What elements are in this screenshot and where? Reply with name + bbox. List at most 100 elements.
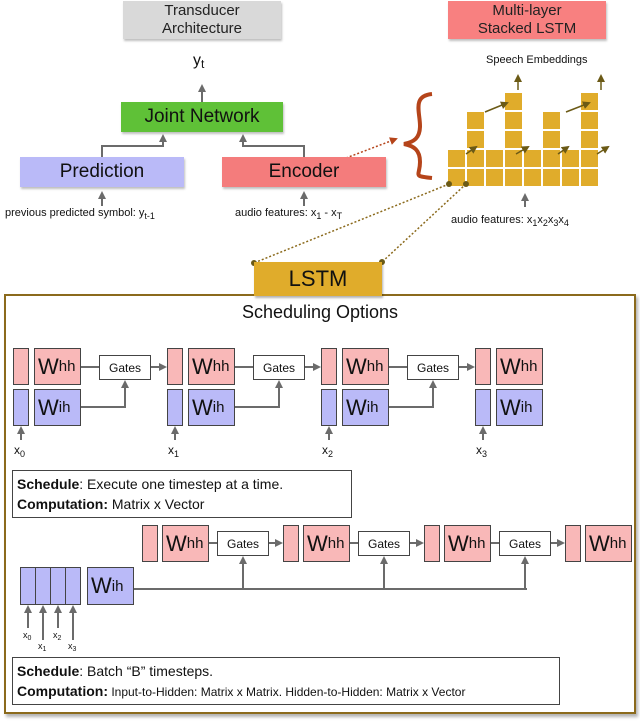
weight-subscript: hh: [366, 358, 384, 375]
gates-box: Gates: [407, 355, 459, 380]
lstm-cell: [543, 131, 560, 148]
lstm-cell: [543, 112, 560, 129]
prediction-to-joint-arrow: [101, 134, 167, 158]
input-label: x0: [14, 443, 26, 459]
weight-symbol: W: [500, 394, 521, 420]
hidden-state-vector: [142, 525, 158, 562]
weight-subscript: hh: [186, 535, 204, 552]
lstm-cell: [486, 169, 503, 186]
batched-input-label: x0: [23, 630, 32, 642]
weight-subscript: hh: [212, 358, 230, 375]
w-ih-matrix: Wih: [342, 389, 389, 426]
lstm-cell: [448, 150, 465, 167]
transducer-header: Transducer Architecture: [123, 1, 281, 39]
gates-box: Gates: [499, 531, 551, 556]
lstm-cell: [505, 112, 522, 129]
w-ih-matrix: Wih: [34, 389, 81, 426]
joint-network-box: Joint Network: [121, 102, 283, 132]
input-label: x1: [168, 443, 180, 459]
input-vector: [13, 389, 29, 426]
skip-arrow: [596, 145, 610, 155]
stack-input-label: audio features: x1x2x3x4: [451, 214, 569, 228]
stacked-lstm-cells: [448, 74, 610, 186]
output-label: yt: [193, 52, 205, 71]
batched-input-vector: [65, 567, 81, 605]
w-hh-matrix: Whh: [342, 348, 389, 385]
encoder-input-label: audio features: x1 - xT: [235, 207, 343, 221]
weight-subscript: hh: [468, 535, 486, 552]
hidden-state-vector: [565, 525, 581, 562]
lstm-cell: [505, 93, 522, 110]
batched-input-vector: [35, 567, 51, 605]
weight-subscript: hh: [609, 535, 627, 552]
weight-symbol: W: [38, 394, 59, 420]
weight-subscript: hh: [520, 358, 538, 375]
lstm-cell: [581, 93, 598, 110]
weight-symbol: W: [307, 530, 328, 556]
batched-input-vector: [20, 567, 36, 605]
lstm-cell: [467, 112, 484, 129]
weight-subscript: hh: [58, 358, 76, 375]
w-hh-matrix: Whh: [303, 525, 350, 562]
gates-box: Gates: [358, 531, 410, 556]
lstm-cell: [581, 131, 598, 148]
w-ih-matrix: Wih: [496, 389, 543, 426]
lstm-cell: [543, 169, 560, 186]
weight-subscript: ih: [58, 399, 71, 416]
w-hh-matrix: Whh: [444, 525, 491, 562]
batched-input-label: x2: [53, 630, 62, 642]
lstm-cell: [505, 169, 522, 186]
option2-description: Schedule: Batch “B” timesteps. Computati…: [12, 657, 560, 705]
hidden-state-vector: [321, 348, 337, 385]
lstm-cell: [562, 150, 579, 167]
weight-symbol: W: [448, 530, 469, 556]
w-hh-matrix: Whh: [188, 348, 235, 385]
weight-symbol: W: [38, 353, 59, 379]
input-vector: [167, 389, 183, 426]
hidden-state-vector: [424, 525, 440, 562]
weight-symbol: W: [166, 530, 187, 556]
encoder-to-lstm-stack-link: [345, 137, 398, 159]
lstm-cell: [467, 169, 484, 186]
hidden-state-vector: [167, 348, 183, 385]
gates-box: Gates: [99, 355, 151, 380]
encoder-to-joint-arrow: [239, 134, 305, 158]
speech-embeddings-label: Speech Embeddings: [486, 54, 588, 66]
brace-icon: [403, 92, 433, 180]
w-hh-matrix: Whh: [162, 525, 209, 562]
w-ih-matrix: Wih: [188, 389, 235, 426]
batched-input-label: x1: [38, 641, 47, 653]
lstm-label: LSTM: [254, 262, 382, 296]
lstm-cell: [486, 150, 503, 167]
w-hh-matrix: Whh: [34, 348, 81, 385]
input-vector: [321, 389, 337, 426]
prediction-input-label: previous predicted symbol: yt-1: [5, 207, 155, 221]
input-label: x3: [476, 443, 488, 459]
lstm-cell: [467, 131, 484, 148]
weight-subscript: ih: [366, 399, 379, 416]
weight-subscript: ih: [520, 399, 533, 416]
weight-subscript: ih: [212, 399, 225, 416]
encoder-box: Encoder: [222, 157, 386, 187]
lstm-cell: [543, 150, 560, 167]
skip-arrow: [484, 101, 509, 113]
lstm-cell: [524, 150, 541, 167]
weight-symbol: W: [346, 353, 367, 379]
hidden-state-vector: [475, 348, 491, 385]
weight-symbol: W: [589, 530, 610, 556]
weight-symbol: W: [91, 573, 112, 598]
hidden-state-vector: [13, 348, 29, 385]
hidden-state-vector: [283, 525, 299, 562]
lstm-cell: [524, 169, 541, 186]
input-vector: [475, 389, 491, 426]
lstm-cell: [581, 150, 598, 167]
weight-subscript: hh: [327, 535, 345, 552]
batched-input-label: x3: [68, 641, 77, 653]
weight-subscript: ih: [111, 577, 124, 595]
prediction-box: Prediction: [20, 157, 184, 187]
scheduling-title: Scheduling Options: [241, 302, 399, 322]
weight-symbol: W: [346, 394, 367, 420]
w-hh-matrix: Whh: [585, 525, 632, 562]
lstm-cell: [467, 150, 484, 167]
gates-box: Gates: [253, 355, 305, 380]
